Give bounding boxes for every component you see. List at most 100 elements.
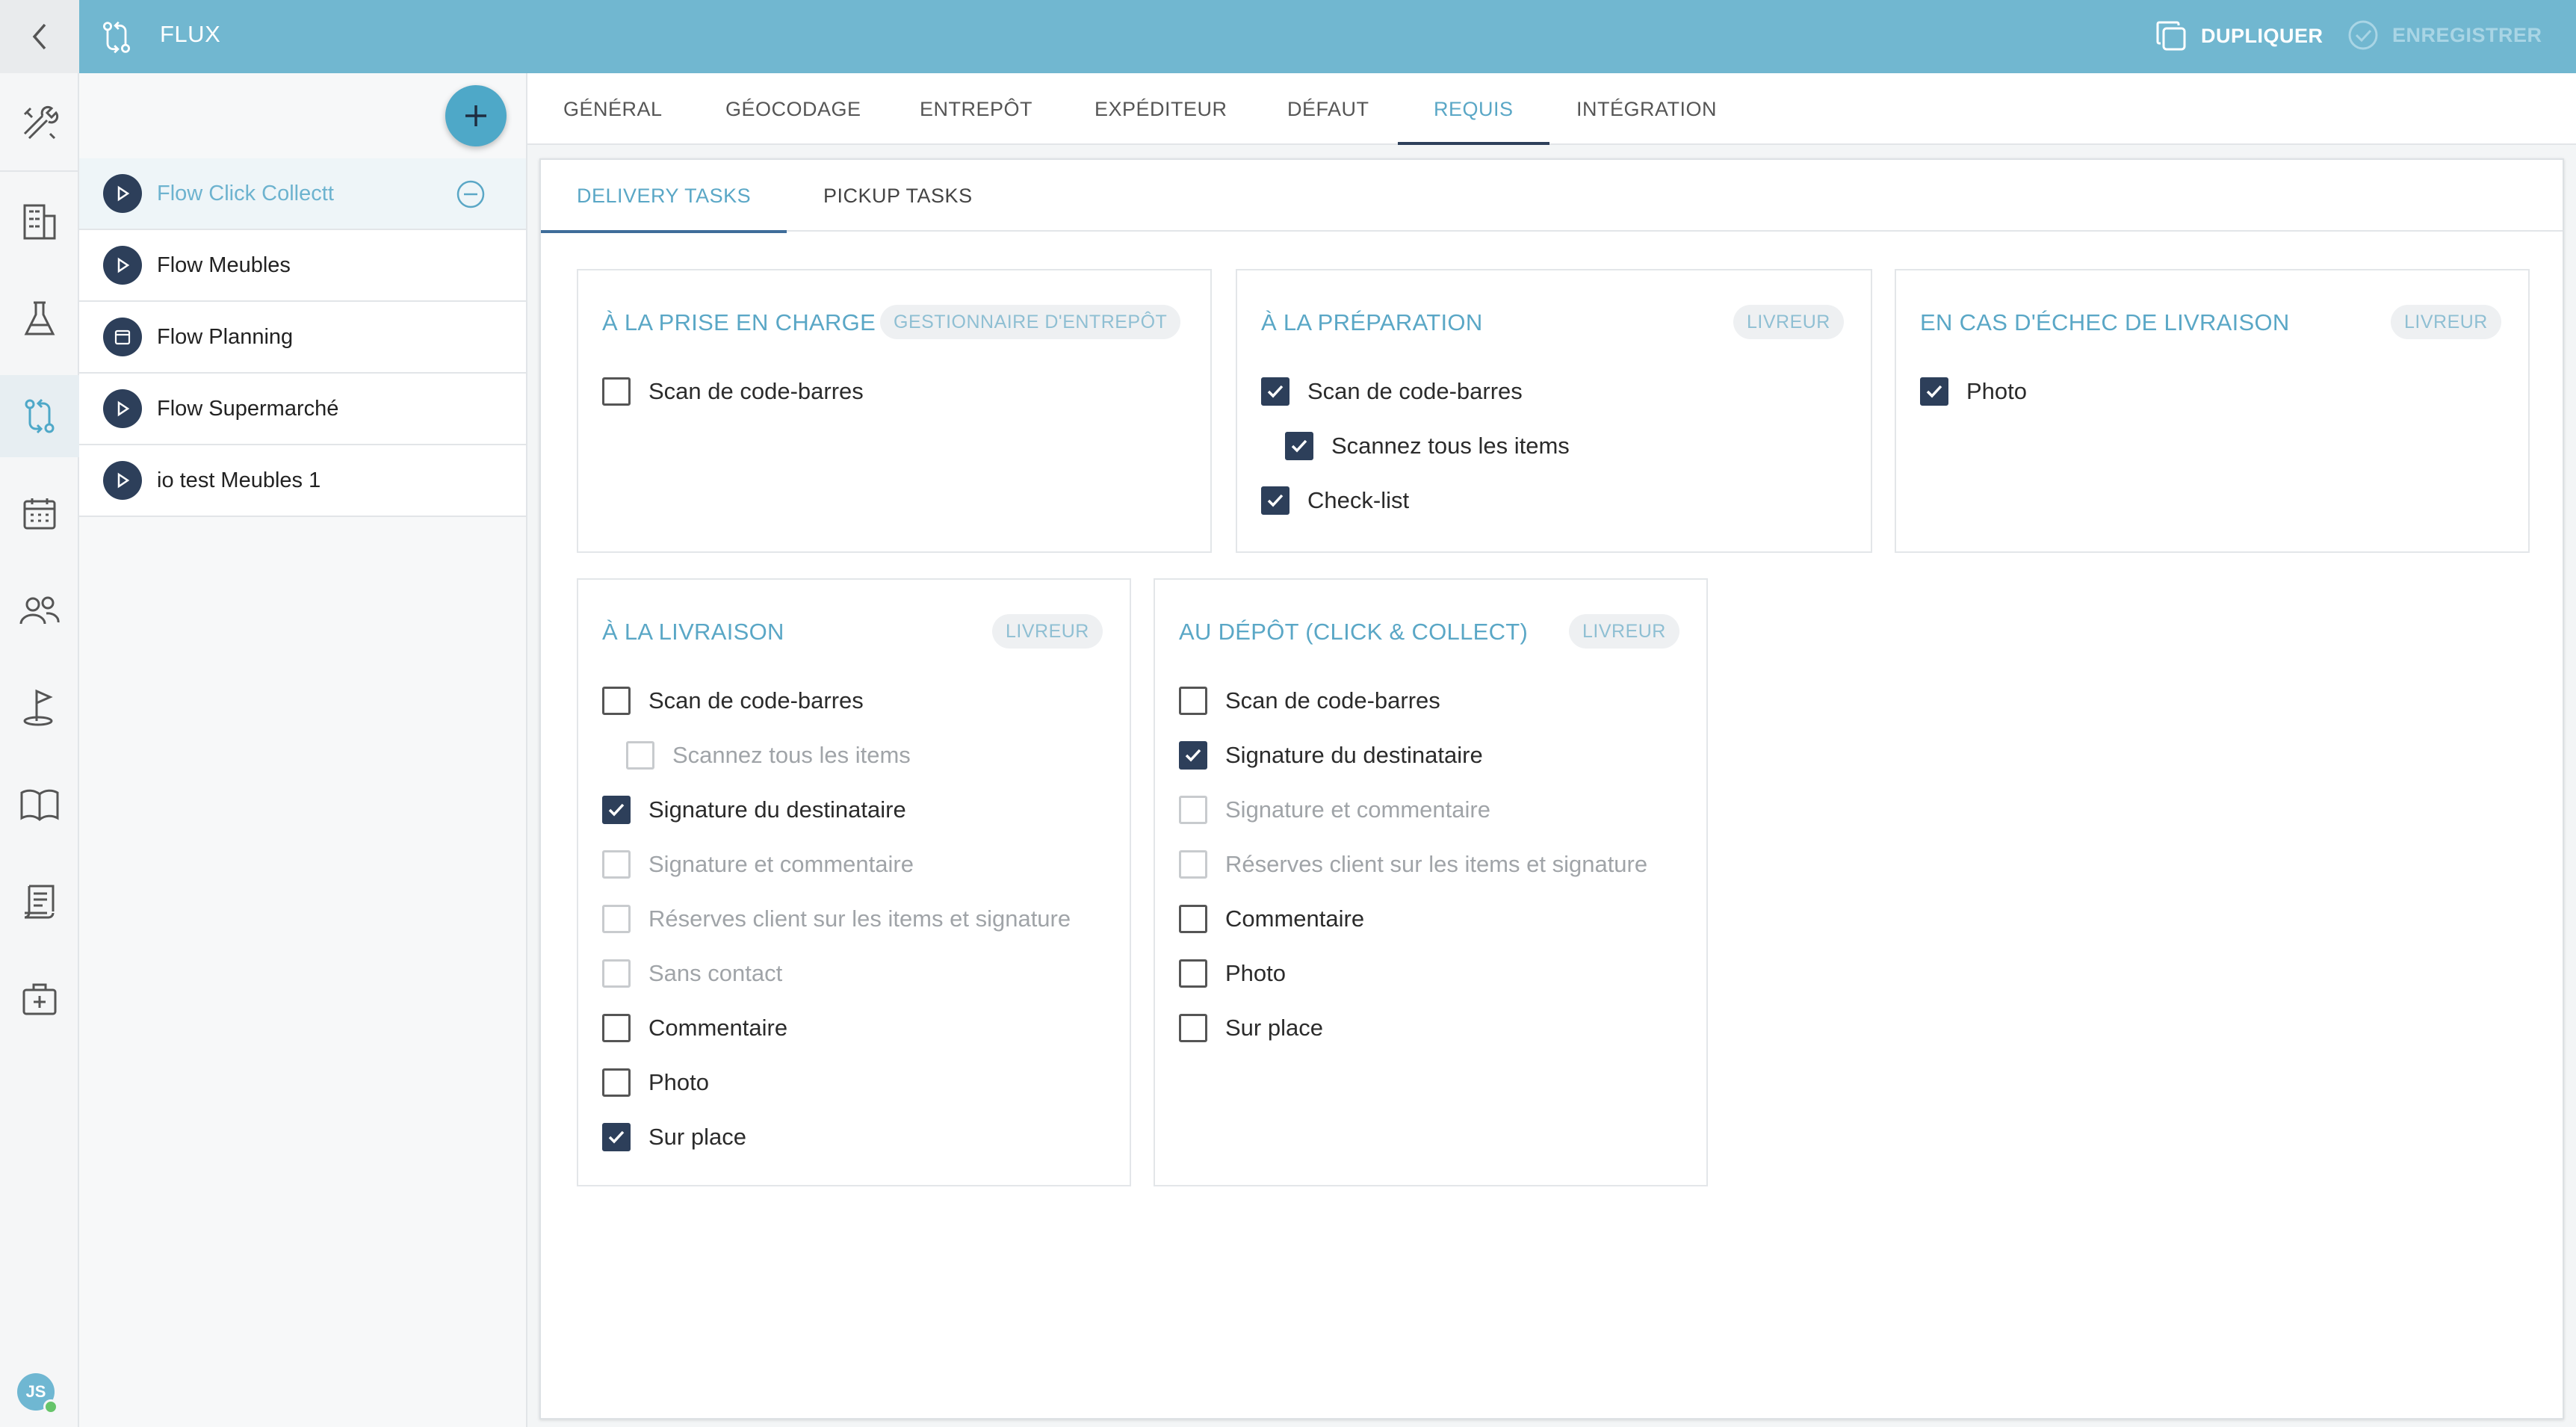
checkbox-checked[interactable] [1920,377,1948,406]
checkbox-checked[interactable] [602,796,631,824]
option-on-site[interactable]: Sur place [602,1121,746,1154]
flow-name: Flow Supermarché [157,396,339,421]
option-label: Signature du destinataire [1225,742,1483,768]
option-barcode-scan[interactable]: Scan de code-barres [1179,684,1440,717]
tab-general[interactable]: GÉNÉRAL [563,73,663,145]
rail-flux[interactable] [0,375,79,457]
option-signature-comment[interactable]: Signature et commentaire [602,848,914,881]
option-signature-comment[interactable]: Signature et commentaire [1179,793,1490,826]
rail-buildings[interactable] [0,181,79,263]
option-customer-reserves[interactable]: Réserves client sur les items et signatu… [602,903,1071,935]
play-icon [103,389,142,428]
option-comment[interactable]: Commentaire [602,1012,787,1044]
option-checklist[interactable]: Check-list [1261,484,1409,517]
checkbox[interactable] [1179,1014,1207,1042]
option-scan-all-items[interactable]: Scannez tous les items [626,739,911,772]
option-barcode-scan[interactable]: Scan de code-barres [602,684,864,717]
checkbox-checked[interactable] [602,1123,631,1151]
checkbox[interactable] [1179,959,1207,988]
option-recipient-signature[interactable]: Signature du destinataire [602,793,906,826]
option-label: Sur place [648,1124,746,1150]
option-label: Photo [648,1069,710,1095]
flow-item[interactable]: Flow Planning [79,302,526,374]
tab-pickup-tasks[interactable]: PICKUP TASKS [823,160,973,232]
option-barcode-scan[interactable]: Scan de code-barres [1261,375,1523,408]
option-label: Scan de code-barres [648,687,864,714]
checkbox[interactable] [626,741,654,770]
tab-integration[interactable]: INTÉGRATION [1576,73,1717,145]
checkbox[interactable] [602,687,631,715]
tab-geocoding[interactable]: GÉOCODAGE [725,73,861,145]
role-badge: LIVREUR [1569,614,1679,649]
checkbox-checked[interactable] [1179,741,1207,770]
checkbox[interactable] [1179,850,1207,879]
icon-rail: JS [0,0,79,1427]
checkbox[interactable] [602,1014,631,1042]
first-aid-icon [22,983,57,1015]
option-photo[interactable]: Photo [1920,375,2027,408]
flow-item[interactable]: Flow Supermarché [79,374,526,445]
play-icon [103,246,142,285]
rail-golf[interactable] [0,666,79,749]
checkbox-checked[interactable] [1261,486,1289,515]
tab-delivery-tasks[interactable]: DELIVERY TASKS [540,160,787,233]
option-recipient-signature[interactable]: Signature du destinataire [1179,739,1483,772]
option-label: Signature et commentaire [1225,796,1490,823]
checkbox[interactable] [1179,905,1207,933]
option-photo[interactable]: Photo [602,1066,709,1099]
checkbox[interactable] [602,959,631,988]
rail-tools[interactable] [0,82,79,164]
rail-calendar[interactable] [0,472,79,554]
add-flow-button[interactable] [445,85,507,146]
flow-item[interactable]: Flow Click Collectt [79,158,526,230]
tab-default[interactable]: DÉFAUT [1287,73,1369,145]
checkbox[interactable] [602,377,631,406]
option-customer-reserves[interactable]: Réserves client sur les items et signatu… [1179,848,1647,881]
option-barcode-scan[interactable]: Scan de code-barres [602,375,864,408]
checkbox[interactable] [1179,796,1207,824]
rail-docs[interactable] [0,764,79,846]
card-title: EN CAS D'ÉCHEC DE LIVRAISON [1920,309,2290,335]
option-label: Signature du destinataire [648,796,906,823]
card-title: À LA PRÉPARATION [1261,309,1483,335]
tab-required[interactable]: REQUIS [1398,73,1549,145]
flow-item[interactable]: io test Meubles 1 [79,445,526,517]
option-on-site[interactable]: Sur place [1179,1012,1323,1044]
role-badge: LIVREUR [1733,305,1844,339]
tools-icon [23,105,59,140]
card-pickup: À LA PRISE EN CHARGE GESTIONNAIRE D'ENTR… [577,269,1212,553]
role-badge: LIVREUR [2391,305,2501,339]
checkbox[interactable] [602,905,631,933]
option-label: Commentaire [1225,906,1365,932]
rail-users[interactable] [0,569,79,651]
tab-warehouse[interactable]: ENTREPÔT [920,73,1032,145]
option-scan-all-items[interactable]: Scannez tous les items [1285,430,1570,462]
save-button[interactable]: ENREGISTRER [2347,19,2542,51]
duplicate-button[interactable]: DUPLIQUER [2155,19,2323,52]
checkbox[interactable] [1179,687,1207,715]
flow-icon [25,398,55,434]
flow-name: Flow Click Collectt [157,181,334,205]
receipt-icon [24,885,55,919]
rail-reports[interactable] [0,861,79,943]
option-comment[interactable]: Commentaire [1179,903,1364,935]
checkbox-checked[interactable] [1285,432,1313,460]
flow-item[interactable]: Flow Meubles [79,230,526,302]
remove-circle-icon[interactable] [456,179,486,209]
check-icon [1926,385,1942,398]
option-photo[interactable]: Photo [1179,957,1286,990]
checkbox[interactable] [602,1068,631,1097]
tab-sender[interactable]: EXPÉDITEUR [1095,73,1227,145]
page-title: FLUX [160,21,221,47]
rail-lab[interactable] [0,278,79,360]
option-label: Réserves client sur les items et signatu… [1225,851,1648,877]
flow-icon [103,21,130,54]
rail-kit[interactable] [0,958,79,1040]
checkbox[interactable] [602,850,631,879]
back-button[interactable] [0,0,79,73]
checkbox-checked[interactable] [1261,377,1289,406]
option-contactless[interactable]: Sans contact [602,957,782,990]
option-label: Sans contact [648,960,783,986]
flag-icon [23,689,53,726]
option-label: Photo [1966,378,2028,404]
